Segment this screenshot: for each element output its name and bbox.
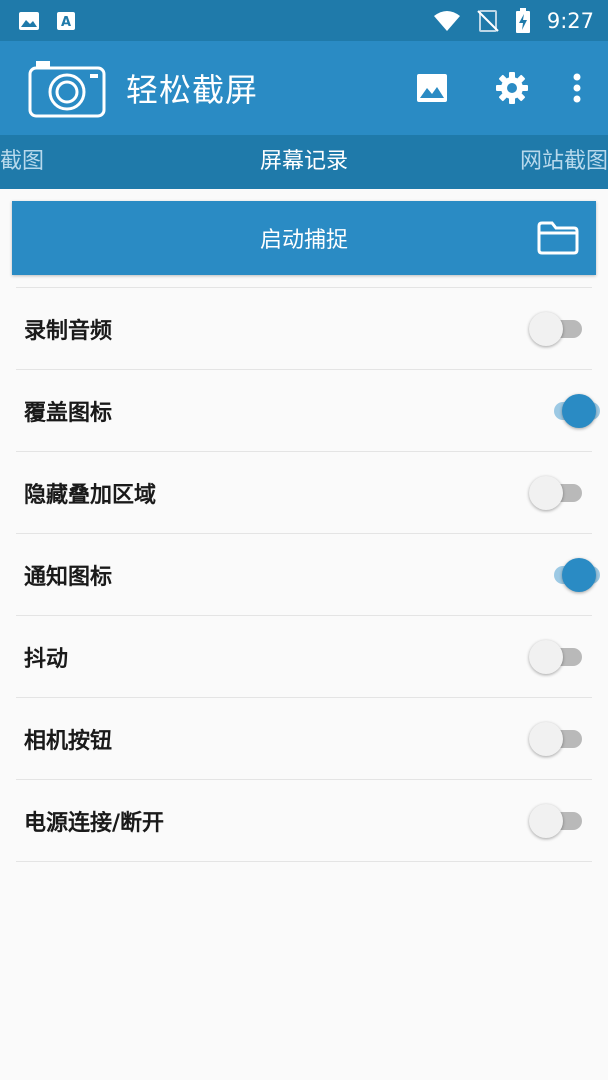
app-bar: 轻松截屏	[0, 41, 608, 135]
setting-camera-button[interactable]: 相机按钮	[16, 698, 592, 780]
status-time: 9:27	[546, 8, 594, 33]
setting-notification-icon[interactable]: 通知图标	[16, 534, 600, 616]
gallery-icon	[417, 74, 447, 102]
setting-label: 电源连接/断开	[24, 810, 165, 836]
camera-logo-icon	[28, 58, 106, 118]
notification-icon-switch[interactable]	[540, 555, 600, 595]
start-capture-button[interactable]: 启动捕捉	[12, 201, 596, 275]
svg-text:A: A	[61, 15, 71, 30]
gallery-button[interactable]	[412, 68, 452, 108]
settings-button[interactable]	[492, 68, 532, 108]
setting-label: 录制音频	[24, 318, 113, 344]
wifi-icon	[433, 10, 460, 31]
setting-label: 隐藏叠加区域	[24, 482, 157, 508]
setting-label: 通知图标	[24, 564, 113, 590]
status-bar: A 9:27	[0, 0, 608, 41]
setting-label: 抖动	[24, 646, 69, 672]
setting-label: 覆盖图标	[24, 400, 113, 426]
overlay-icon-switch[interactable]	[540, 391, 600, 431]
setting-overlay-icon[interactable]: 覆盖图标	[16, 370, 600, 452]
tab-bar: 截图 屏幕记录 网站截图	[0, 135, 608, 189]
shake-switch[interactable]	[528, 637, 588, 677]
hide-overlay-area-switch[interactable]	[528, 473, 588, 513]
setting-shake[interactable]: 抖动	[16, 616, 592, 698]
more-icon	[573, 73, 581, 103]
app-actions	[372, 68, 592, 108]
a-icon: A	[57, 11, 75, 30]
more-options-button[interactable]	[562, 68, 592, 108]
record-audio-switch[interactable]	[528, 309, 588, 349]
camera-button-switch[interactable]	[528, 719, 588, 759]
tab-screen-record[interactable]: 屏幕记录	[0, 135, 608, 189]
start-capture-label: 启动捕捉	[259, 228, 348, 253]
status-right: 9:27	[433, 7, 594, 34]
power-connect-switch[interactable]	[528, 801, 588, 841]
status-left: A	[18, 11, 76, 31]
signal-off-icon	[477, 9, 499, 32]
battery-charging-icon	[515, 7, 530, 33]
settings-list: 录制音频 覆盖图标 隐藏叠加区域 通知图标 抖动 相机按钮 电源连接/断开	[16, 287, 600, 862]
tab-website-screenshot[interactable]: 网站截图	[520, 135, 608, 189]
setting-label: 相机按钮	[24, 728, 113, 754]
folder-icon	[537, 221, 579, 255]
setting-hide-overlay-area[interactable]: 隐藏叠加区域	[16, 452, 592, 534]
app-title: 轻松截屏	[126, 71, 259, 109]
setting-power-connect[interactable]: 电源连接/断开	[16, 780, 592, 862]
image-icon	[19, 11, 39, 30]
settings-icon	[496, 72, 528, 104]
folder-button[interactable]	[536, 220, 580, 256]
setting-record-audio[interactable]: 录制音频	[16, 288, 592, 370]
